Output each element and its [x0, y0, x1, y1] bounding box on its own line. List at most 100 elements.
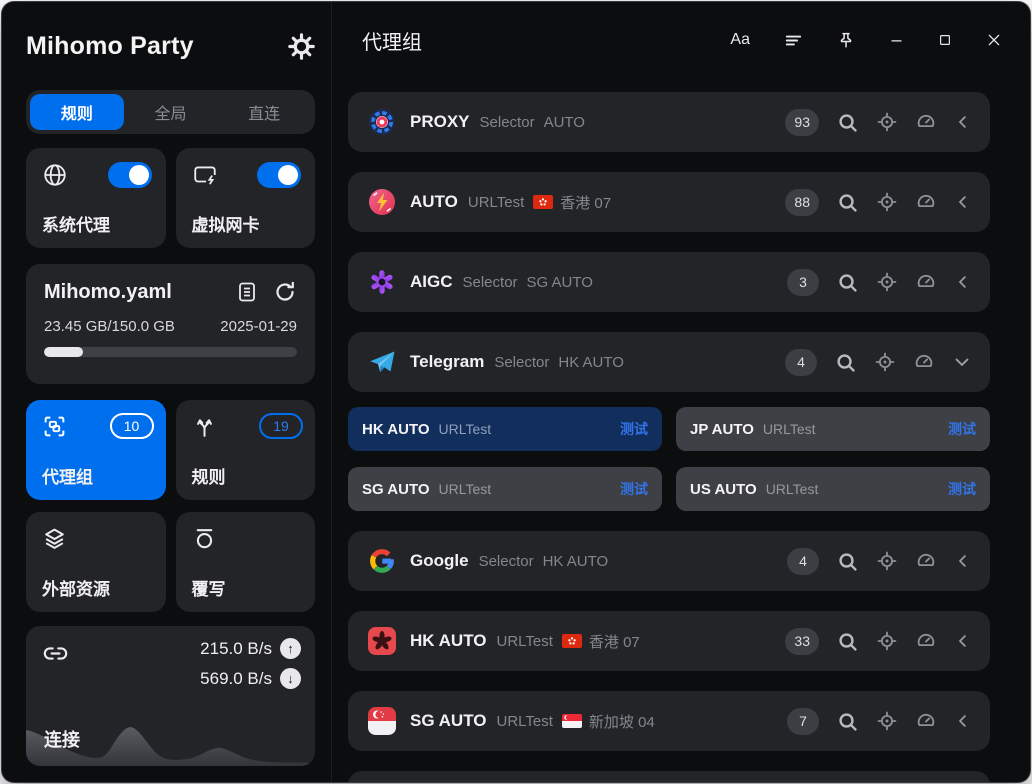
rules-count-badge: 19 — [259, 413, 303, 439]
locate-current-node-button[interactable] — [876, 630, 898, 652]
search-nodes-button[interactable] — [836, 271, 859, 294]
page-title: 代理组 — [362, 26, 422, 55]
proxy-group-row[interactable]: TelegramSelectorHK AUTO4 — [348, 332, 990, 392]
expand-group-button[interactable] — [954, 273, 972, 291]
chevron-left-icon — [954, 552, 972, 570]
test-node-link[interactable]: 测试 — [948, 419, 976, 439]
update-profile-button[interactable] — [273, 280, 297, 304]
node-count-badge: 4 — [785, 349, 817, 376]
locate-icon — [876, 710, 898, 732]
expand-group-button[interactable] — [954, 113, 972, 131]
group-name: Telegram — [410, 352, 484, 372]
expand-group-button[interactable] — [952, 352, 972, 372]
profile-card[interactable]: Mihomo.yaml — [26, 264, 315, 384]
delay-test-button[interactable] — [915, 710, 937, 732]
font-size-button[interactable]: Aa — [730, 31, 750, 49]
test-node-link[interactable]: 测试 — [620, 479, 648, 499]
arrow-down-circle-icon: ↓ — [280, 668, 301, 689]
refresh-icon — [273, 280, 297, 304]
proxy-node-card[interactable]: US AUTOURLTest测试 — [676, 467, 990, 511]
proxy-group-row[interactable]: SG AUTOURLTest新加坡 047 — [348, 691, 990, 751]
sidebar-item-proxy-groups[interactable]: 10 代理组 — [26, 400, 166, 500]
locate-current-node-button[interactable] — [876, 271, 898, 293]
sidebar: Mihomo Party 规则 全局 直连 — [2, 2, 332, 782]
group-current-label: 新加坡 04 — [589, 711, 655, 732]
app-title: Mihomo Party — [26, 32, 194, 61]
proxy-group-row[interactable]: AUTOURLTest香港 0788 — [348, 172, 990, 232]
speedtest-icon — [915, 271, 937, 293]
test-node-link[interactable]: 测试 — [948, 479, 976, 499]
search-nodes-button[interactable] — [834, 351, 857, 374]
tun-toggle[interactable] — [257, 162, 301, 188]
sidebar-item-override[interactable]: 覆写 — [176, 512, 316, 612]
search-nodes-button[interactable] — [836, 111, 859, 134]
tun-icon — [192, 162, 218, 188]
group-current-node: SG AUTO — [527, 274, 593, 291]
gear-icon — [288, 33, 315, 60]
proxy-group-row[interactable]: PROXYSelectorAUTO93 — [348, 92, 990, 152]
system-proxy-toggle[interactable] — [108, 162, 152, 188]
mode-tab-global[interactable]: 全局 — [124, 94, 218, 130]
locate-current-node-button[interactable] — [876, 710, 898, 732]
hongkong-flag-logo — [368, 627, 396, 655]
delay-test-button[interactable] — [915, 550, 937, 572]
proxy-group-row[interactable]: HK AUTOURLTest香港 0733 — [348, 611, 990, 671]
delay-test-button[interactable] — [915, 271, 937, 293]
close-button[interactable] — [986, 32, 1002, 48]
pin-button[interactable] — [837, 31, 855, 49]
locate-current-node-button[interactable] — [876, 111, 898, 133]
chevron-left-icon — [954, 113, 972, 131]
locate-current-node-button[interactable] — [874, 351, 896, 373]
delay-test-button[interactable] — [915, 630, 937, 652]
proxy-node-type: URLTest — [439, 421, 492, 437]
settings-button[interactable] — [288, 33, 315, 60]
group-type: Selector — [480, 114, 535, 131]
delay-test-button[interactable] — [913, 351, 935, 373]
speedtest-icon — [915, 550, 937, 572]
system-proxy-label: 系统代理 — [42, 211, 110, 236]
search-nodes-button[interactable] — [836, 191, 859, 214]
test-node-link[interactable]: 测试 — [620, 419, 648, 439]
node-count-badge: 33 — [785, 628, 819, 655]
telegram-logo — [368, 348, 396, 376]
system-proxy-card[interactable]: 系统代理 — [26, 148, 166, 248]
maximize-button[interactable] — [938, 33, 952, 47]
search-nodes-button[interactable] — [836, 550, 859, 573]
search-icon — [834, 351, 857, 374]
expand-group-button[interactable] — [954, 632, 972, 650]
minimize-button[interactable] — [889, 33, 904, 48]
mode-tab-direct[interactable]: 直连 — [217, 94, 311, 130]
profile-progress-fill — [44, 347, 83, 357]
group-current-label: SG AUTO — [527, 274, 593, 291]
locate-icon — [874, 351, 896, 373]
delay-test-button[interactable] — [915, 111, 937, 133]
delay-test-button[interactable] — [915, 191, 937, 213]
proxy-node-card[interactable]: SG AUTOURLTest测试 — [348, 467, 662, 511]
proxy-group-row[interactable]: GoogleSelectorHK AUTO4 — [348, 531, 990, 591]
search-icon — [836, 271, 859, 294]
expand-group-button[interactable] — [954, 712, 972, 730]
proxy-node-card[interactable]: HK AUTOURLTest测试 — [348, 407, 662, 451]
sort-button[interactable] — [784, 31, 803, 50]
search-nodes-button[interactable] — [836, 630, 859, 653]
edit-profile-button[interactable] — [235, 280, 259, 304]
globe-icon — [42, 162, 68, 188]
locate-current-node-button[interactable] — [876, 191, 898, 213]
proxy-node-name: SG AUTO — [362, 481, 430, 498]
expand-group-button[interactable] — [954, 193, 972, 211]
proxy-groups-label: 代理组 — [42, 463, 93, 488]
node-count-badge: 3 — [787, 269, 819, 296]
sidebar-item-external-resources[interactable]: 外部资源 — [26, 512, 166, 612]
sidebar-item-connections[interactable]: 215.0 B/s ↑ 569.0 B/s ↓ 连接 — [26, 626, 315, 766]
proxy-group-row-partial[interactable] — [348, 771, 990, 782]
tun-card[interactable]: 虚拟网卡 — [176, 148, 316, 248]
proxy-node-card[interactable]: JP AUTOURLTest测试 — [676, 407, 990, 451]
locate-current-node-button[interactable] — [876, 550, 898, 572]
mode-tab-rule[interactable]: 规则 — [30, 94, 124, 130]
chevron-left-icon — [954, 193, 972, 211]
proxy-group-row[interactable]: AIGCSelectorSG AUTO3 — [348, 252, 990, 312]
google-logo — [368, 547, 396, 575]
search-nodes-button[interactable] — [836, 710, 859, 733]
expand-group-button[interactable] — [954, 552, 972, 570]
sidebar-item-rules[interactable]: 19 规则 — [176, 400, 316, 500]
